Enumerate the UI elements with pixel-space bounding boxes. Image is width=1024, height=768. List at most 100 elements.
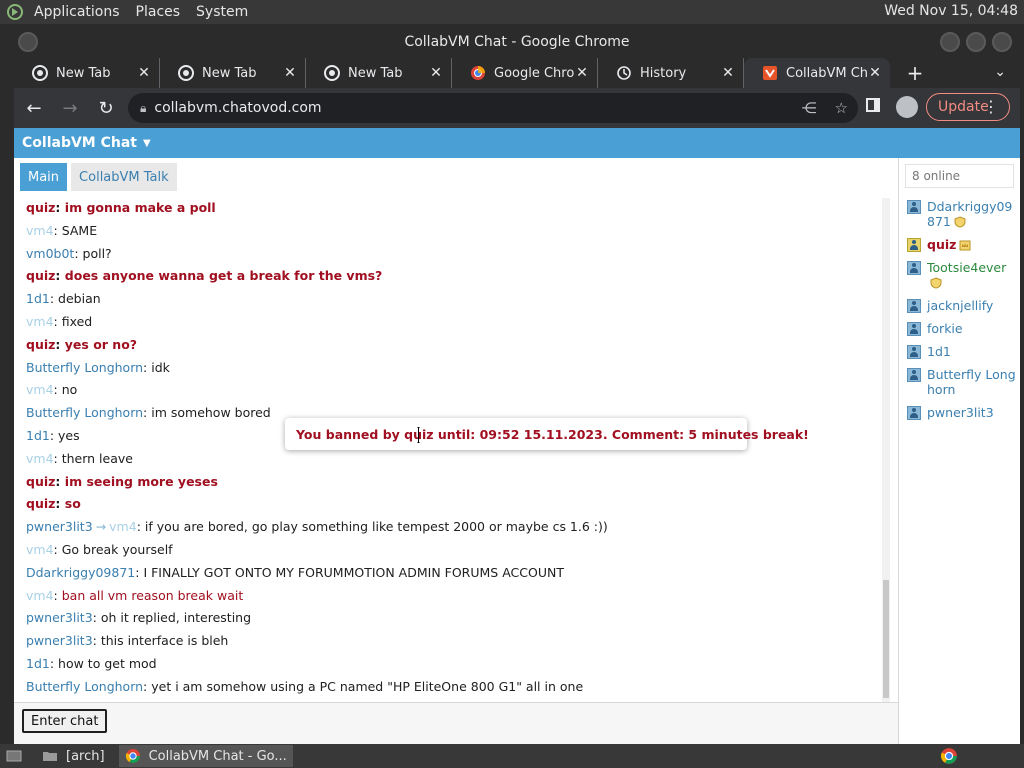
user-list-item[interactable]: 1d1 — [899, 340, 1020, 363]
user-name[interactable]: jacknjellify — [927, 298, 993, 313]
user-list-item[interactable]: quiz — [899, 233, 1020, 256]
message-username[interactable]: vm4 — [26, 314, 54, 329]
shield-icon — [954, 216, 966, 228]
message-separator: : — [74, 245, 83, 261]
tab-label: New Tab — [348, 65, 403, 81]
chat-message: pwner3lit3: oh it replied, interesting — [26, 607, 882, 630]
user-name[interactable]: Tootsie4ever — [927, 260, 1006, 275]
message-username[interactable]: vm4 — [26, 382, 54, 397]
message-text: SAME — [61, 222, 98, 238]
message-username[interactable]: 1d1 — [26, 656, 50, 671]
user-list-item[interactable]: pwner3lit3 — [899, 401, 1020, 424]
message-username[interactable]: pwner3lit3 — [26, 633, 93, 648]
message-username[interactable]: Butterfly Longhorn — [26, 405, 143, 420]
bookmark-star-icon[interactable]: ☆ — [835, 99, 848, 117]
user-avatar-icon — [907, 322, 921, 336]
more-vertical-icon[interactable]: ⋮ — [983, 97, 999, 116]
user-name[interactable]: quiz — [927, 237, 956, 252]
taskbar-item-chrome[interactable]: CollabVM Chat - Go... — [118, 745, 293, 767]
tab-collabvm-chat[interactable]: CollabVM Cha ✕ — [744, 58, 890, 88]
address-bar[interactable]: 🔒︎ collabvm.chatovod.com ⋲ ☆ — [128, 93, 858, 123]
panel-clock[interactable]: Wed Nov 15, 04:48 — [884, 3, 1018, 19]
tray-chrome-icon[interactable] — [940, 747, 958, 765]
user-list-item[interactable]: forkie — [899, 317, 1020, 340]
close-tab-icon[interactable]: ✕ — [575, 65, 589, 81]
message-separator: : — [92, 633, 101, 649]
tab-new-tab-1[interactable]: New Tab ✕ — [14, 58, 160, 88]
message-username[interactable]: Butterfly Longhorn — [26, 360, 143, 375]
share-icon[interactable]: ⋲ — [802, 99, 817, 117]
dropdown-caret-icon[interactable]: ▼ — [143, 138, 151, 149]
message-username[interactable]: pwner3lit3 — [26, 519, 93, 534]
user-avatar-icon — [907, 345, 921, 359]
message-separator: : — [92, 610, 101, 626]
close-window-button[interactable] — [992, 32, 1012, 52]
message-username[interactable]: 1d1 — [26, 291, 50, 306]
site-header[interactable]: CollabVM Chat ▼ — [14, 128, 1020, 158]
tab-history[interactable]: History ✕ — [598, 58, 744, 88]
close-tab-icon[interactable]: ✕ — [429, 65, 443, 81]
menu-applications[interactable]: Applications — [34, 4, 120, 20]
tab-collabvm-talk[interactable]: CollabVM Talk — [71, 163, 177, 191]
distro-logo-icon[interactable] — [4, 1, 26, 23]
maximize-button[interactable] — [966, 32, 986, 52]
tab-search-chevron-icon[interactable]: ⌄ — [994, 64, 1006, 80]
message-username[interactable]: vm0b0t — [26, 246, 74, 261]
message-username[interactable]: Ddarkriggy09871 — [26, 565, 135, 580]
tab-main[interactable]: Main — [20, 163, 68, 191]
user-list-item[interactable]: Ddarkriggy09871 — [899, 195, 1020, 233]
taskbar-item-arch[interactable]: [arch] — [36, 745, 111, 767]
user-name[interactable]: Ddarkriggy09871 — [927, 199, 1012, 229]
url-text: collabvm.chatovod.com — [154, 100, 322, 116]
lock-icon[interactable]: 🔒︎ — [140, 101, 146, 116]
tab-new-tab-2[interactable]: New Tab ✕ — [160, 58, 306, 88]
menu-system[interactable]: System — [196, 4, 248, 20]
enter-chat-button[interactable]: Enter chat — [22, 709, 108, 733]
close-tab-icon[interactable]: ✕ — [283, 65, 297, 81]
user-name[interactable]: forkie — [927, 321, 963, 336]
message-username[interactable]: vm4 — [26, 451, 54, 466]
message-username[interactable]: 1d1 — [26, 428, 50, 443]
close-tab-icon[interactable]: ✕ — [868, 65, 882, 81]
forward-arrow-icon[interactable]: → — [54, 92, 86, 124]
chat-scrollbar[interactable] — [882, 198, 890, 702]
close-tab-icon[interactable]: ✕ — [721, 65, 735, 81]
back-arrow-icon[interactable]: ← — [18, 92, 50, 124]
scrollbar-thumb[interactable] — [883, 580, 889, 698]
message-username[interactable]: pwner3lit3 — [26, 610, 93, 625]
chat-message: 1d1: how to get mod — [26, 653, 882, 676]
minimize-button[interactable] — [940, 32, 960, 52]
menu-places[interactable]: Places — [136, 4, 181, 20]
user-name[interactable]: 1d1 — [927, 344, 951, 359]
new-tab-button[interactable]: + — [900, 58, 930, 88]
message-username[interactable]: quiz — [26, 268, 55, 283]
user-avatar-icon — [907, 299, 921, 313]
message-username[interactable]: vm4 — [26, 588, 54, 603]
close-tab-icon[interactable]: ✕ — [137, 65, 151, 81]
window-menu-button[interactable] — [18, 32, 38, 52]
user-name[interactable]: Butterfly Longhorn — [927, 367, 1016, 397]
reload-icon[interactable]: ↻ — [90, 92, 122, 124]
message-username[interactable]: quiz — [26, 200, 55, 215]
show-desktop-button[interactable] — [0, 745, 36, 767]
message-text: Go break yourself — [61, 541, 173, 557]
window-titlebar[interactable]: CollabVM Chat - Google Chrome — [14, 26, 1020, 58]
message-username[interactable]: vm4 — [26, 542, 54, 557]
user-name[interactable]: pwner3lit3 — [927, 405, 994, 420]
message-recipient[interactable]: vm4 — [109, 519, 137, 534]
profile-avatar-icon[interactable] — [896, 96, 918, 118]
message-username[interactable]: Butterfly Longhorn — [26, 679, 143, 694]
tab-new-tab-3[interactable]: New Tab ✕ — [306, 58, 452, 88]
user-name-wrap: quiz — [927, 237, 971, 252]
update-button[interactable]: Update ⋮ — [926, 93, 1010, 121]
message-username[interactable]: vm4 — [26, 223, 54, 238]
message-username[interactable]: quiz — [26, 474, 55, 489]
message-username[interactable]: quiz — [26, 337, 55, 352]
user-list-item[interactable]: Tootsie4ever — [899, 256, 1020, 294]
message-username[interactable]: quiz — [26, 496, 55, 511]
message-text: I FINALLY GOT ONTO MY FORUMMOTION ADMIN … — [143, 564, 564, 580]
user-list-item[interactable]: jacknjellify — [899, 294, 1020, 317]
user-list-item[interactable]: Butterfly Longhorn — [899, 363, 1020, 401]
side-panel-icon[interactable] — [866, 98, 880, 112]
tab-google-chrome[interactable]: Google Chrom ✕ — [452, 58, 598, 88]
